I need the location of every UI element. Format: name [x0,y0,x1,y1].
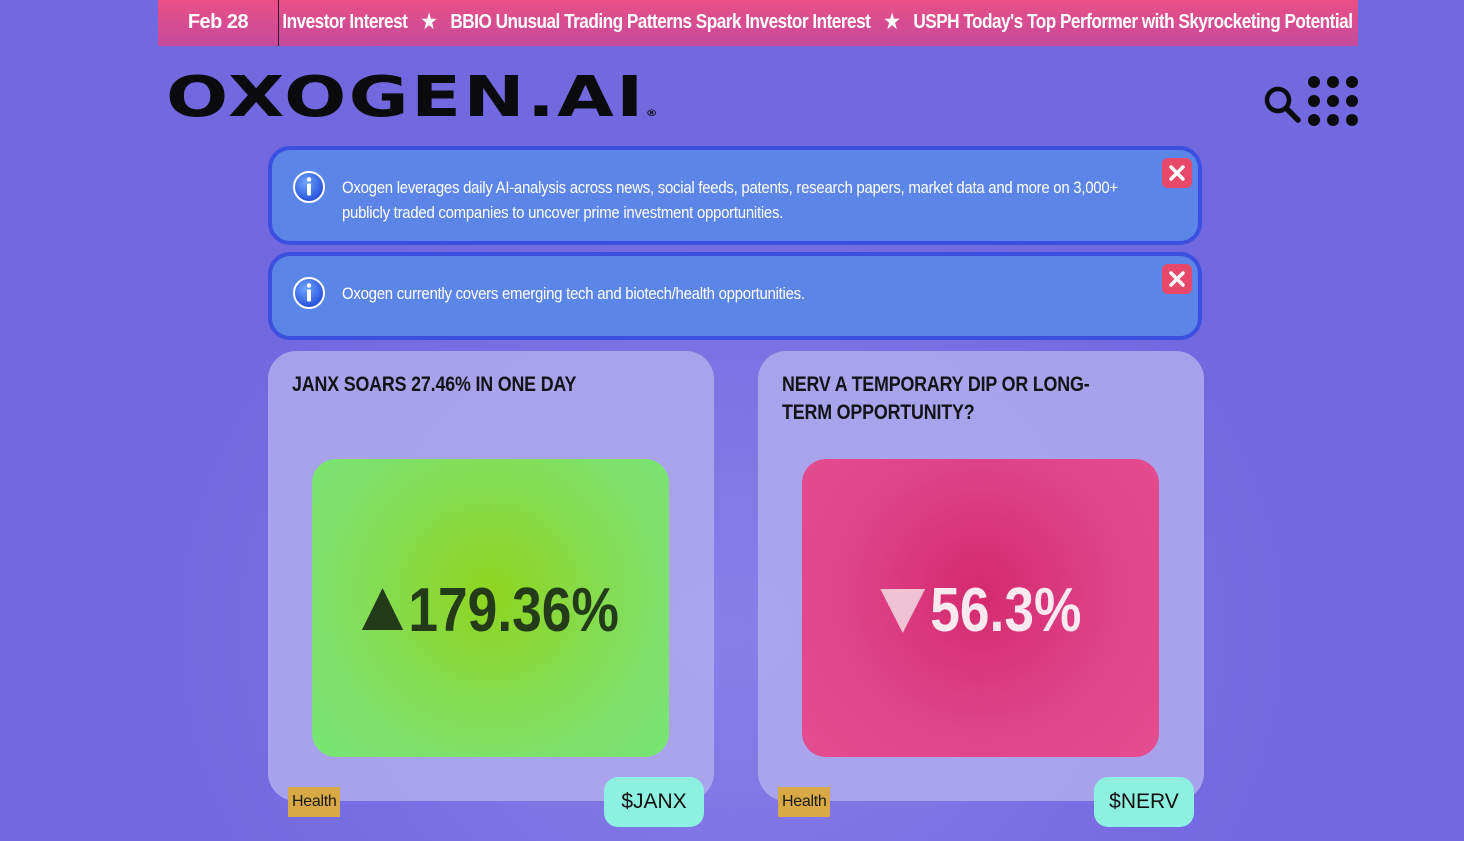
performance-value-inner: 179.36% [362,571,619,651]
logo[interactable]: OXOGEN.AI® [166,63,658,130]
apps-grid-icon[interactable] [1306,74,1360,128]
card-title[interactable]: JANX SOARS 27.46% IN ONE DAY [292,371,649,399]
star-icon: ★ [884,11,900,33]
notice-text: Oxogen leverages daily AI-analysis acros… [342,178,1118,222]
performance-tile: 56.3% [802,459,1159,757]
notice-text: Oxogen currently covers emerging tech an… [342,284,805,303]
ticker-date: Feb 28 [158,0,279,46]
arrow-up-icon [362,587,404,630]
performance-value: 56.3% [802,571,1159,651]
stock-card[interactable]: NERV A TEMPORARY DIP OR LONG-TERM OPPORT… [758,351,1204,827]
performance-value: 179.36% [312,571,669,651]
performance-percent: 56.3% [929,576,1082,645]
ticker-items: s Investor Interest ★ BBIO Unusual Trading… [279,0,1358,46]
stock-card[interactable]: JANX SOARS 27.46% IN ONE DAY 179.36% Hea… [268,351,714,827]
ticker-item[interactable]: USPH Today's Top Performer with Skyrocke… [913,0,1353,44]
arrow-down-icon [879,588,925,633]
logo-registered-mark: ® [645,108,658,119]
performance-value-inner: 56.3% [879,571,1082,651]
symbol-button[interactable]: $JANX [604,777,704,827]
ticker-track: s Investor Interest ★ BBIO Unusual Trading… [279,0,1358,46]
star-icon: ★ [421,11,437,33]
symbol-button[interactable]: $NERV [1094,777,1194,827]
performance-tile: 179.36% [312,459,669,757]
close-icon[interactable] [1162,264,1192,294]
category-tag[interactable]: Health [288,787,341,817]
close-icon[interactable] [1162,158,1192,188]
news-ticker: Feb 28 s Investor Interest ★ BBIO Unusual … [158,0,1358,46]
page: Feb 28 s Investor Interest ★ BBIO Unusual … [0,0,1464,841]
ticker-item[interactable]: s Investor Interest [279,0,408,44]
info-notice: Oxogen leverages daily AI-analysis acros… [268,146,1202,245]
category-tag[interactable]: Health [778,787,831,817]
logo-text: OXOGEN.AI [166,63,646,130]
info-notice: Oxogen currently covers emerging tech an… [268,252,1202,340]
performance-percent: 179.36% [408,576,619,645]
info-icon [293,171,325,203]
info-icon [293,277,325,309]
card-title[interactable]: NERV A TEMPORARY DIP OR LONG-TERM OPPORT… [782,371,1139,427]
ticker-item[interactable]: BBIO Unusual Trading Patterns Spark Inve… [450,0,870,44]
search-icon[interactable] [1262,84,1302,124]
